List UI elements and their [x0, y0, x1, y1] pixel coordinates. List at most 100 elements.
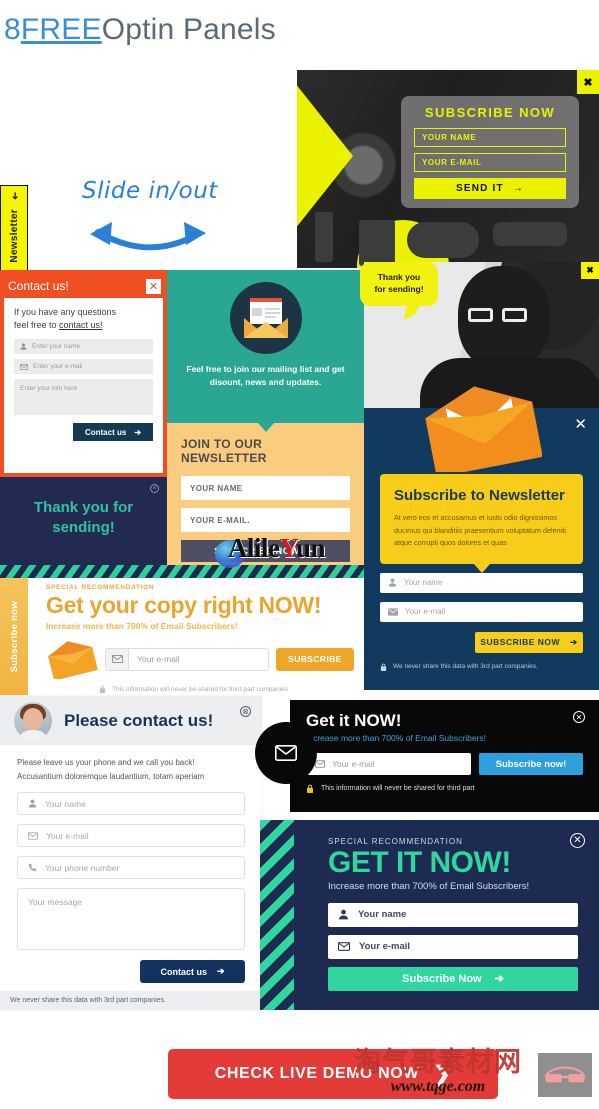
envelope-icon — [106, 648, 129, 670]
glasses-left-icon — [468, 308, 493, 322]
info-textarea[interactable]: Enter your info here — [14, 379, 153, 416]
contact-us-orange-panel: Contact us! ✕ If you have any questions … — [0, 270, 167, 477]
email-placeholder: Your e-mail — [46, 830, 89, 841]
contact-us-button[interactable]: Contact us ➔ — [140, 960, 245, 984]
phone-icon — [28, 863, 37, 872]
get-it-black-heading: Get it NOW! — [306, 711, 402, 730]
envelope-icon — [28, 832, 38, 840]
arrow-right-icon: ➔ — [570, 636, 578, 647]
contact-orange-title: Contact us! — [8, 279, 69, 293]
striped-sidebar — [260, 820, 294, 1010]
photo-object-strap — [315, 212, 333, 262]
privacy-note: This information will never be shared fo… — [306, 784, 583, 793]
contact-us-link[interactable]: contact us! — [59, 320, 103, 330]
glasses-right-icon — [502, 308, 527, 322]
subscribe-now-button[interactable]: Subscribe Now ➔ — [328, 966, 578, 991]
thank-you-line-2: sending! — [52, 519, 115, 537]
get-it-navy-kicker: SPECIAL RECOMMENDATION — [328, 837, 463, 846]
email-input[interactable]: Your e-mail — [17, 824, 245, 848]
user-icon — [338, 909, 349, 920]
watermark-cn-text: 淘气哥素材网 — [354, 1047, 522, 1078]
contact-orange-body: If you have any questions feel free to c… — [4, 298, 163, 473]
subscribe-now-button[interactable]: SUBSCRIBE NOW ➔ — [475, 631, 583, 653]
double-arrow-icon — [90, 222, 206, 251]
contact-us-button[interactable]: Contact us ➔ — [73, 423, 153, 442]
close-icon[interactable]: ✖ — [577, 70, 599, 94]
send-it-button[interactable]: SEND IT → — [414, 178, 566, 199]
navy-heading: Subscribe to Newsletter — [394, 487, 565, 504]
arrow-right-icon: ➔ — [494, 973, 504, 985]
close-icon[interactable]: ⊗ — [240, 706, 251, 717]
privacy-note: We never share this data with 3rd part c… — [380, 663, 583, 671]
thank-you-text: Thank you for sending! — [0, 477, 167, 539]
lead-line-2: feel free to — [14, 320, 60, 331]
name-input[interactable]: Your name — [380, 572, 583, 593]
subscribe-now-button[interactable]: Subscribe now! — [479, 753, 583, 775]
arrow-right-icon: ➔ — [216, 966, 225, 977]
phone-input[interactable]: Your phone number — [17, 856, 245, 880]
close-icon[interactable]: ✕ — [574, 417, 587, 432]
subscribe-now-tab-label: Subscribe now — [8, 600, 20, 673]
teal-pointer-shape — [257, 423, 274, 432]
title-rest: Optin Panels — [101, 13, 276, 46]
envelope-icon — [388, 608, 398, 616]
close-icon[interactable]: ✕ — [573, 711, 585, 723]
envelope-icon — [315, 760, 325, 768]
get-it-navy-sub: Increase more than 700% of Email Subscri… — [328, 880, 530, 892]
privacy-note-text: We never share this data with 3rd part c… — [393, 663, 538, 671]
get-your-copy-body: SPECIAL RECOMMENDATION Get your copy rig… — [28, 578, 364, 695]
email-placeholder: Your e-mail — [137, 654, 180, 664]
thank-you-line-1: Thank you for — [33, 499, 134, 516]
teal-message: Feel free to join our mailing list and g… — [186, 364, 345, 388]
navy-paragraph: At vero eos et accusamus et iusto odio d… — [394, 513, 566, 548]
get-it-navy-heading: GET IT NOW! — [328, 846, 511, 879]
privacy-note-text: This information will never be shared fo… — [321, 785, 475, 792]
subscribe-heading: SUBSCRIBE NOW — [424, 105, 556, 120]
slide-annotation: Slide in/out — [82, 178, 218, 204]
message-textarea[interactable]: Your message — [17, 888, 245, 951]
subscribe-now-tab[interactable]: Subscribe now — [0, 578, 28, 695]
close-icon[interactable]: ✕ — [146, 278, 161, 294]
email-input[interactable]: YOUR E-MAIL — [414, 153, 566, 172]
glasses-icon — [544, 1066, 586, 1083]
get-it-now-navy-panel: ✕ SPECIAL RECOMMENDATION GET IT NOW! Inc… — [260, 820, 599, 1010]
please-contact-lead: Please leave us your phone and we call y… — [17, 756, 245, 783]
please-contact-header: Please contact us! ⊗ — [0, 696, 262, 745]
envelope-icon — [275, 745, 297, 761]
email-input[interactable]: Enter your e-mail — [14, 359, 153, 375]
please-contact-body: Please leave us your phone and we call y… — [0, 745, 262, 984]
orange-envelope-icon — [425, 386, 542, 472]
contact-us-label: Contact us — [84, 427, 127, 437]
email-input[interactable]: YOUR E-MAIL. — [181, 508, 350, 532]
email-input[interactable]: Your e-mail — [380, 601, 583, 622]
page-title: 8 FREE Optin Panels — [0, 4, 599, 56]
avatar — [14, 701, 52, 740]
name-input[interactable]: YOUR NAME — [181, 476, 350, 500]
close-icon[interactable]: ✖ — [581, 262, 599, 279]
photo-object-sunglasses — [493, 222, 567, 246]
privacy-note-text: This information will never be shared fo… — [112, 685, 288, 693]
email-placeholder: Your e-mail — [405, 607, 446, 617]
yellow-wedge-shape — [297, 78, 353, 234]
name-input[interactable]: YOUR NAME — [414, 128, 566, 147]
subscribe-now-label: SUBSCRIBE NOW — [480, 637, 561, 648]
email-input[interactable]: Your e-mail — [328, 934, 578, 959]
email-placeholder: Your e-mail — [359, 941, 411, 952]
thank-you-bubble: Thank you for sending! — [360, 262, 438, 306]
user-icon — [388, 578, 397, 587]
copy-sub: Increase more than 700% of Email Subscri… — [46, 621, 238, 631]
teal-newsletter-panel: Feel free to join our mailing list and g… — [167, 270, 364, 432]
subscribe-button[interactable]: SUBSCRIBE — [276, 647, 354, 671]
name-input[interactable]: Your name — [17, 792, 245, 816]
name-input[interactable]: Enter your name — [14, 339, 153, 355]
envelope-circle-badge — [255, 722, 317, 784]
name-placeholder: Enter your name — [32, 343, 81, 351]
email-input[interactable]: Your e-mail — [105, 647, 269, 671]
name-placeholder: Your name — [45, 798, 86, 809]
close-icon[interactable]: × — [150, 484, 159, 493]
email-input[interactable]: Your e-mail — [306, 753, 471, 775]
envelope-icon — [338, 942, 350, 951]
get-it-navy-body: SPECIAL RECOMMENDATION GET IT NOW! Incre… — [328, 837, 578, 991]
envelope-illustration — [229, 282, 302, 354]
name-input[interactable]: Your name — [328, 902, 578, 927]
